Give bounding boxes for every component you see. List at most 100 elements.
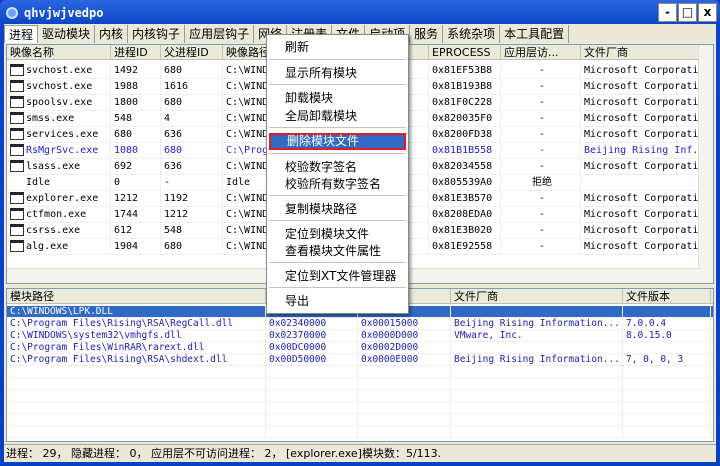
minimize-button[interactable]: - xyxy=(658,3,677,22)
empty-cell xyxy=(623,402,711,413)
tab-3[interactable]: 内核钩子 xyxy=(128,25,186,43)
table-cell: lsass.exe xyxy=(7,159,111,174)
table-cell: - xyxy=(501,95,581,110)
table-cell: 680 xyxy=(161,239,223,254)
cell-text: Microsoft Corporation xyxy=(584,113,700,124)
table-cell: Idle xyxy=(7,175,111,190)
tab-4[interactable]: 应用层钩子 xyxy=(185,25,255,43)
process-icon xyxy=(10,80,24,92)
maximize-button[interactable]: □ xyxy=(678,3,697,22)
process-icon xyxy=(10,64,24,76)
cell-text: Microsoft Corporation xyxy=(584,65,700,76)
empty-cell xyxy=(358,414,451,425)
table-cell: 1212 xyxy=(161,207,223,222)
column-header[interactable]: 父进程ID xyxy=(161,45,223,59)
table-cell: 0x0002D000 xyxy=(358,342,451,353)
table-cell: 1080 xyxy=(111,143,161,158)
table-cell: 1988 xyxy=(111,79,161,94)
tab-9[interactable]: 服务 xyxy=(410,25,444,43)
column-header[interactable]: 应用层访... xyxy=(501,45,581,59)
table-cell: 0x81EF53B8 xyxy=(429,63,501,78)
tab-2[interactable]: 内核 xyxy=(95,25,129,43)
cell-text: C:\Prog xyxy=(226,145,269,156)
menu-item-4[interactable]: 删除模块文件 xyxy=(269,133,406,150)
app-icon xyxy=(6,7,18,19)
table-cell: Beijing Rising Information... xyxy=(451,354,623,365)
menu-item-8[interactable]: 定位到模块文件 xyxy=(269,226,406,243)
menu-item-3[interactable]: 全局卸载模块 xyxy=(269,108,406,125)
table-cell: alg.exe xyxy=(7,239,111,254)
cell-text: 0x8200FD38 xyxy=(432,129,493,140)
cell-text: 548 xyxy=(164,225,183,236)
cell-text: Microsoft Corporation xyxy=(584,209,700,220)
column-header[interactable]: 模块路径 xyxy=(7,289,266,303)
menu-item-10[interactable]: 定位到XT文件管理器 xyxy=(269,268,406,285)
tab-10[interactable]: 系统杂项 xyxy=(443,25,501,43)
table-cell: 1800 xyxy=(111,95,161,110)
column-header[interactable]: 映像名称 xyxy=(7,45,111,59)
cell-text: 680 xyxy=(164,97,183,108)
empty-cell xyxy=(358,378,451,389)
table-cell: 0x00DC0000 xyxy=(266,342,358,353)
process-vscrollbar[interactable] xyxy=(698,45,713,283)
table-cell: 1744 xyxy=(111,207,161,222)
cell-text: 692 xyxy=(114,161,133,172)
column-header[interactable]: 文件厂商 xyxy=(451,289,623,303)
cell-text: Microsoft Corporation xyxy=(584,225,700,236)
menu-item-6[interactable]: 校验所有数字签名 xyxy=(269,176,406,193)
table-cell: 680 xyxy=(161,143,223,158)
tab-0[interactable]: 进程 xyxy=(4,25,39,43)
cell-text: 4 xyxy=(164,113,171,124)
column-header[interactable]: 进程ID xyxy=(111,45,161,59)
table-cell: Beijing Rising Inf.. xyxy=(581,143,700,158)
process-icon xyxy=(10,144,24,156)
menu-item-1[interactable]: 显示所有模块 xyxy=(269,65,406,82)
table-cell: - xyxy=(501,239,581,254)
table-row[interactable]: C:\Program Files\Rising\RSA\RegCall.dll 0… xyxy=(7,318,713,330)
table-cell: 0x81B1B558 xyxy=(429,143,501,158)
empty-cell xyxy=(358,366,451,377)
table-row[interactable]: C:\Program Files\Rising\RSA\shdext.dll 0x… xyxy=(7,354,713,366)
table-cell: 680 xyxy=(161,63,223,78)
tab-1[interactable]: 驱动模块 xyxy=(38,25,96,43)
empty-cell xyxy=(623,378,711,389)
cell-text: smss.exe xyxy=(26,113,75,124)
table-cell: - xyxy=(501,111,581,126)
cell-text: - xyxy=(538,225,546,236)
table-cell: 548 xyxy=(161,223,223,238)
menu-item-9[interactable]: 查看模块文件属性 xyxy=(269,243,406,260)
cell-text: ctfmon.exe xyxy=(26,209,87,220)
table-cell: 0x00015000 xyxy=(358,318,451,329)
menu-item-11[interactable]: 导出 xyxy=(269,293,406,310)
empty-cell xyxy=(7,366,266,377)
menu-item-2[interactable]: 卸载模块 xyxy=(269,90,406,107)
table-cell: Microsoft Corporation xyxy=(581,207,700,222)
column-header[interactable]: 文件版本 xyxy=(623,289,711,303)
table-row[interactable]: C:\WINDOWS\system32\vmhgfs.dll 0x02370000… xyxy=(7,330,713,342)
close-button[interactable]: x xyxy=(698,3,717,22)
table-cell: 692 xyxy=(111,159,161,174)
table-cell: 680 xyxy=(111,127,161,142)
menu-item-0[interactable]: 刷新 xyxy=(269,39,406,56)
table-cell: svchost.exe xyxy=(7,63,111,78)
table-cell: 7.0.0.4 xyxy=(623,318,711,329)
cell-text: 1080 xyxy=(114,145,139,156)
menu-item-5[interactable]: 校验数字签名 xyxy=(269,159,406,176)
table-cell: 1904 xyxy=(111,239,161,254)
cell-text: lsass.exe xyxy=(26,161,81,172)
cell-text: Idle xyxy=(226,177,251,188)
cell-text: 1192 xyxy=(164,193,189,204)
tab-11[interactable]: 本工具配置 xyxy=(500,25,570,43)
table-cell: 0x81B193B8 xyxy=(429,79,501,94)
table-cell xyxy=(451,306,623,317)
cell-text: Microsoft Corporation xyxy=(584,241,700,252)
empty-cell xyxy=(266,414,358,425)
column-header[interactable]: 文件厂商 xyxy=(581,45,700,59)
table-row[interactable]: C:\Program Files\WinRAR\rarext.dll 0x00DC… xyxy=(7,342,713,354)
table-cell: Microsoft Corporation xyxy=(581,223,700,238)
table-cell: 0x81E3B020 xyxy=(429,223,501,238)
column-header[interactable]: EPROCESS xyxy=(429,45,501,59)
empty-cell xyxy=(451,390,623,401)
menu-item-7[interactable]: 复制模块路径 xyxy=(269,201,406,218)
cell-text: services.exe xyxy=(26,129,99,140)
